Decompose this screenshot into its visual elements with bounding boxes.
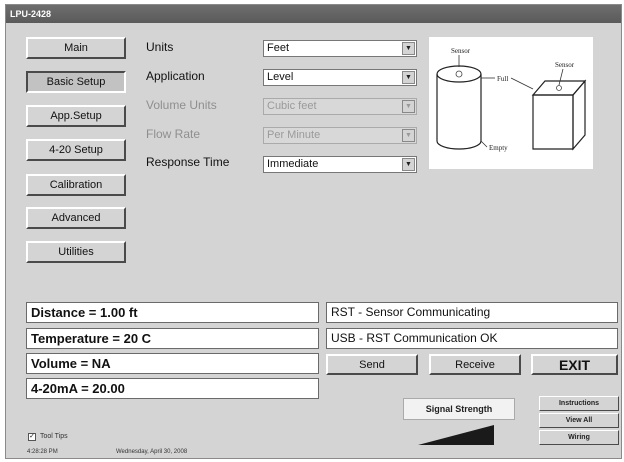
flow-rate-label: Flow Rate [146,127,201,141]
receive-button[interactable]: Receive [429,354,521,375]
tool-tips-label: Tool Tips [40,433,68,440]
instructions-button[interactable]: Instructions [539,396,619,411]
tank-diagram-svg: Sensor Sensor Full Empty [436,47,587,152]
full-label: Full [497,75,508,83]
volume-units-label: Volume Units [146,98,217,112]
exit-button[interactable]: EXIT [531,354,618,375]
nav-basic-setup-button[interactable]: Basic Setup [26,71,126,93]
signal-strength-label: Signal Strength [403,398,515,420]
signal-strength-meter [418,425,494,445]
nav-main-button[interactable]: Main [26,37,126,59]
sensor-left-label: Sensor [451,47,471,55]
chevron-down-icon[interactable]: ▼ [402,71,415,84]
response-time-label: Response Time [146,155,230,169]
time-readout: 4:28:28 PM [27,449,58,455]
response-time-value: Immediate [267,158,319,170]
volume-units-select: Cubic feet ▼ [263,98,417,115]
current-field: 4-20mA = 20.00 [26,378,319,399]
wiring-button[interactable]: Wiring [539,430,619,445]
empty-label: Empty [489,144,508,152]
chevron-down-icon[interactable]: ▼ [402,42,415,55]
signal-strength-bar [418,425,494,445]
sensor-status-field: RST - Sensor Communicating [326,302,618,323]
window-title: LPU-2428 [6,5,621,23]
volume-field: Volume = NA [26,353,319,374]
nav-app-setup-button[interactable]: App.Setup [26,105,126,127]
tool-tips-checkbox[interactable]: ✓ [28,433,36,441]
nav-advanced-button[interactable]: Advanced [26,207,126,229]
chevron-down-icon: ▼ [402,129,415,142]
distance-field: Distance = 1.00 ft [26,302,319,323]
cylinder-tank-icon [436,65,482,150]
window-client: Main Basic Setup App.Setup 4-20 Setup Ca… [6,23,621,458]
send-button[interactable]: Send [326,354,418,375]
application-select[interactable]: Level ▼ [263,69,417,86]
units-label: Units [146,40,174,54]
flow-rate-select: Per Minute ▼ [263,127,417,144]
sensor-right-label: Sensor [555,61,575,69]
nav-4-20-setup-button[interactable]: 4-20 Setup [26,139,126,161]
view-all-button[interactable]: View All [539,413,619,428]
volume-units-value: Cubic feet [267,100,317,112]
date-readout: Wednesday, April 30, 2008 [116,449,188,455]
box-tank-icon [531,79,587,151]
application-label: Application [146,69,205,83]
units-select[interactable]: Feet ▼ [263,40,417,57]
usb-status-field: USB - RST Communication OK [326,328,618,349]
application-value: Level [267,71,294,83]
chevron-down-icon[interactable]: ▼ [402,158,415,171]
check-icon: ✓ [29,433,35,440]
nav-utilities-button[interactable]: Utilities [26,241,126,263]
app-window: LPU-2428 Main Basic Setup App.Setup 4-20… [5,4,622,459]
temperature-field: Temperature = 20 C [26,328,319,349]
tank-diagram: Sensor Sensor Full Empty [429,37,593,169]
flow-rate-value: Per Minute [267,129,321,141]
response-time-select[interactable]: Immediate ▼ [263,156,417,173]
units-value: Feet [267,42,290,54]
chevron-down-icon: ▼ [402,100,415,113]
nav-calibration-button[interactable]: Calibration [26,174,126,196]
